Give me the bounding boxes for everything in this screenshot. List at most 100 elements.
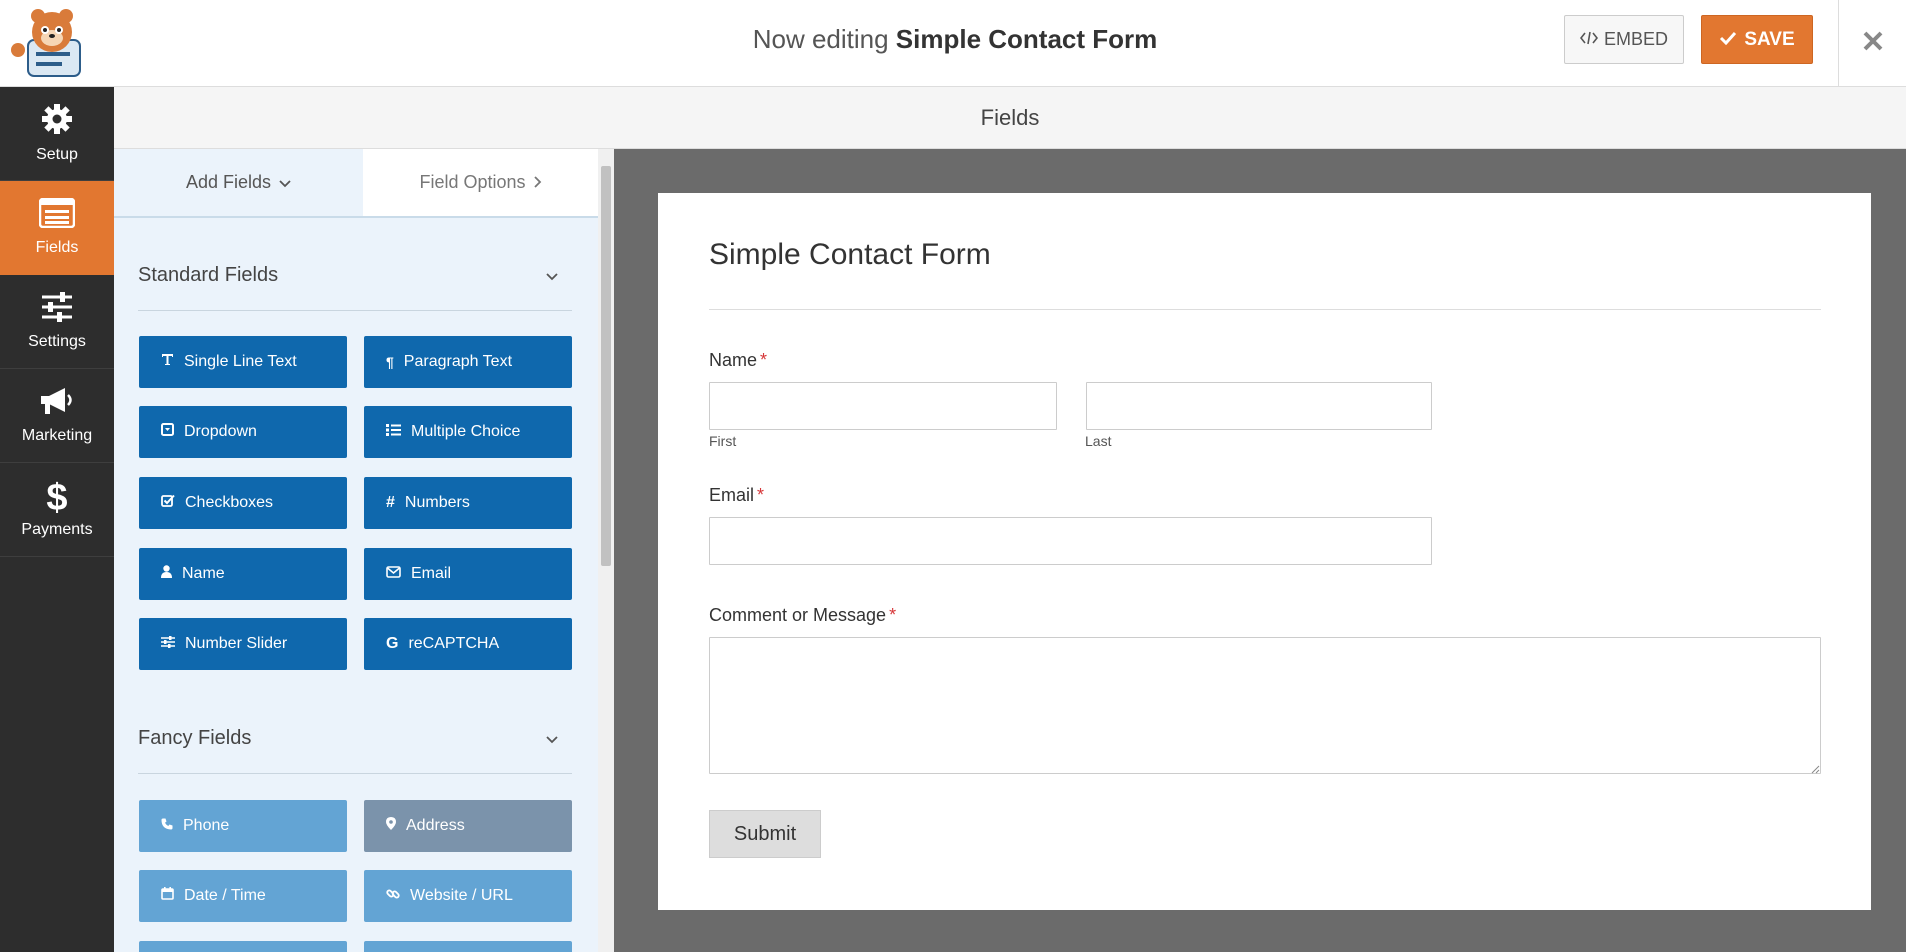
- sidebar-item-label: Fields: [35, 239, 79, 256]
- field-button-partial[interactable]: [139, 941, 347, 952]
- standard-fields-section[interactable]: Standard Fields: [138, 241, 572, 311]
- section-title: Standard Fields: [138, 264, 279, 286]
- required-mark: *: [760, 350, 768, 370]
- field-button-label: Number Slider: [185, 635, 288, 652]
- sidebar-item-setup[interactable]: Setup: [0, 87, 114, 181]
- chevron-down-icon: [279, 172, 291, 193]
- field-button-label: Email: [411, 565, 452, 582]
- paragraph-icon: ¶: [386, 354, 394, 370]
- field-button-label: reCAPTCHA: [408, 635, 500, 652]
- field-button-name[interactable]: Name: [139, 548, 347, 600]
- required-mark: *: [889, 605, 897, 625]
- fancy-fields-section[interactable]: Fancy Fields: [138, 704, 572, 774]
- sliders-icon: [161, 635, 175, 653]
- tab-field-options[interactable]: Field Options: [363, 149, 598, 216]
- label-text: Name: [709, 350, 758, 370]
- name-last-sublabel: Last: [1085, 433, 1112, 449]
- panel-scrollbar-thumb[interactable]: [601, 166, 611, 566]
- field-button-number-slider[interactable]: Number Slider: [139, 618, 347, 670]
- dollar-icon: $: [46, 476, 68, 519]
- list-icon: [386, 423, 401, 441]
- label-text: Email: [709, 485, 755, 505]
- checkbox-icon: [161, 494, 175, 512]
- message-textarea[interactable]: [709, 637, 1821, 774]
- fields-header: Fields: [114, 87, 1906, 149]
- field-button-website-url[interactable]: Website / URL: [364, 870, 572, 922]
- field-button-checkboxes[interactable]: Checkboxes: [139, 477, 347, 529]
- fields-list-icon: [38, 197, 76, 233]
- sidebar-item-label: Payments: [21, 520, 93, 538]
- submit-button[interactable]: Submit: [709, 810, 821, 858]
- name-first-input[interactable]: [709, 382, 1057, 430]
- sidebar-item-label: Marketing: [21, 427, 93, 444]
- form-title: Simple Contact Form: [709, 238, 991, 271]
- close-button[interactable]: [1838, 0, 1906, 87]
- name-last-input[interactable]: [1086, 382, 1432, 430]
- field-button-multiple-choice[interactable]: Multiple Choice: [364, 406, 572, 458]
- sliders-icon: [40, 292, 74, 327]
- sidebar-item-payments[interactable]: $ Payments: [0, 463, 114, 557]
- tab-label: Add Fields: [185, 172, 272, 192]
- top-bar: Now editing Simple Contact Form EMBED SA…: [0, 0, 1906, 87]
- save-label: SAVE: [1744, 28, 1795, 50]
- field-button-label: Paragraph Text: [403, 353, 513, 370]
- chevron-right-icon: [533, 172, 542, 193]
- megaphone-icon: [39, 386, 75, 421]
- field-button-paragraph-text[interactable]: ¶ Paragraph Text: [364, 336, 572, 388]
- map-marker-icon: [386, 817, 396, 835]
- tab-add-fields[interactable]: Add Fields: [114, 149, 363, 216]
- field-button-dropdown[interactable]: Dropdown: [139, 406, 347, 458]
- embed-button[interactable]: EMBED: [1564, 15, 1684, 64]
- google-icon: G: [386, 635, 399, 652]
- field-button-numbers[interactable]: # Numbers: [364, 477, 572, 529]
- sidebar-nav: Setup Fields Settings Marketing $ Paymen…: [0, 87, 114, 952]
- code-icon: [1579, 29, 1599, 50]
- fields-panel: Add Fields Field Options Standard Fields…: [114, 149, 598, 952]
- sidebar-item-settings[interactable]: Settings: [0, 275, 114, 369]
- field-button-label: Multiple Choice: [411, 423, 521, 440]
- required-mark: *: [757, 485, 765, 505]
- title-prefix: Now editing: [752, 24, 889, 54]
- resize-grip-icon[interactable]: [1810, 761, 1820, 774]
- close-icon: [1862, 30, 1884, 57]
- field-button-address[interactable]: Address: [364, 800, 572, 852]
- field-button-label: Phone: [183, 817, 230, 834]
- sidebar-item-marketing[interactable]: Marketing: [0, 369, 114, 463]
- field-button-phone[interactable]: Phone: [139, 800, 347, 852]
- sidebar-item-label: Setup: [36, 146, 78, 163]
- sidebar-item-label: Settings: [28, 333, 86, 350]
- field-button-label: Numbers: [404, 494, 470, 511]
- form-name: Simple Contact Form: [895, 24, 1158, 54]
- save-button[interactable]: SAVE: [1701, 15, 1813, 64]
- chevron-down-icon: [546, 264, 558, 287]
- field-button-label: Website / URL: [410, 887, 513, 904]
- field-button-recaptcha[interactable]: G reCAPTCHA: [364, 618, 572, 670]
- envelope-icon: [386, 565, 401, 583]
- name-first-sublabel: First: [709, 433, 737, 449]
- field-button-email[interactable]: Email: [364, 548, 572, 600]
- field-button-label: Single Line Text: [184, 353, 297, 370]
- phone-icon: [161, 817, 173, 835]
- page-title: Now editing Simple Contact Form: [600, 24, 1310, 55]
- calendar-icon: [161, 887, 174, 905]
- message-field-label[interactable]: Comment or Message *: [709, 605, 896, 626]
- panel-tabs: Add Fields Field Options: [114, 149, 598, 218]
- dropdown-icon: [161, 423, 174, 441]
- embed-label: EMBED: [1603, 29, 1668, 49]
- section-title: Fancy Fields: [138, 727, 252, 749]
- wpforms-logo: [8, 6, 92, 80]
- link-icon: [386, 887, 400, 906]
- field-button-date-time[interactable]: Date / Time: [139, 870, 347, 922]
- email-field-label[interactable]: Email *: [709, 485, 764, 506]
- user-icon: [161, 565, 172, 583]
- name-field-label[interactable]: Name *: [709, 350, 767, 371]
- check-icon: [1719, 29, 1737, 51]
- sidebar-item-fields[interactable]: Fields: [0, 181, 114, 275]
- field-button-single-line-text[interactable]: Single Line Text: [139, 336, 347, 388]
- field-button-label: Date / Time: [184, 887, 266, 904]
- chevron-down-icon: [546, 727, 558, 750]
- field-button-partial[interactable]: [364, 941, 572, 952]
- field-button-label: Checkboxes: [185, 494, 274, 511]
- email-input[interactable]: [709, 517, 1432, 565]
- tab-label: Field Options: [419, 172, 526, 192]
